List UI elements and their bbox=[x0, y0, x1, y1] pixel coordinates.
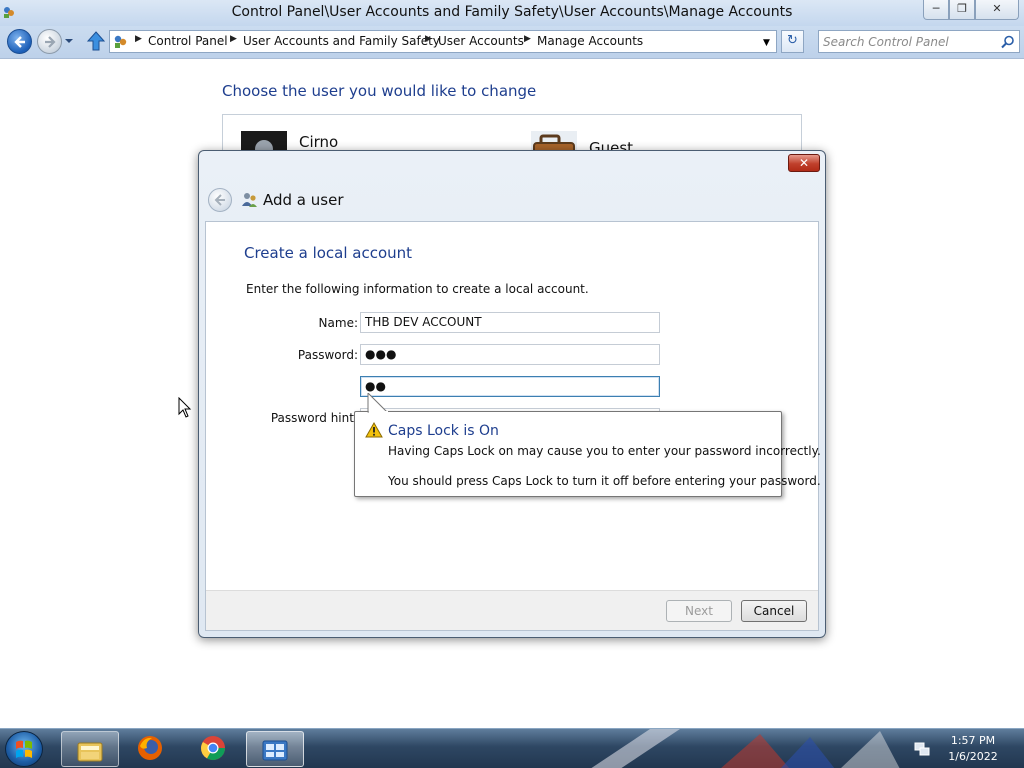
breadcrumb-control-panel[interactable]: Control Panel bbox=[148, 34, 228, 48]
user-name-cirno: Cirno bbox=[299, 133, 339, 151]
tooltip-advice: You should press Caps Lock to turn it of… bbox=[388, 474, 821, 488]
dialog-close-button[interactable]: ✕ bbox=[788, 154, 820, 172]
firefox-icon[interactable] bbox=[136, 734, 164, 762]
name-field[interactable]: THB DEV ACCOUNT bbox=[360, 312, 660, 333]
folder-icon bbox=[77, 742, 103, 762]
next-button[interactable]: Next bbox=[666, 600, 732, 622]
breadcrumb-user-accounts[interactable]: User Accounts bbox=[438, 34, 524, 48]
password-field[interactable]: ●●● bbox=[360, 344, 660, 365]
password-hint-label: Password hint: bbox=[270, 411, 358, 425]
clock-time: 1:57 PM bbox=[950, 734, 996, 747]
add-user-dialog: ✕ Add a user Create a local account Ente… bbox=[198, 150, 826, 638]
refresh-icon: ↻ bbox=[787, 33, 798, 48]
close-window-button[interactable]: ✕ bbox=[975, 0, 1019, 20]
search-input[interactable] bbox=[821, 33, 997, 50]
windows-logo-icon bbox=[16, 740, 32, 758]
cancel-button[interactable]: Cancel bbox=[741, 600, 807, 622]
chevron-right-icon[interactable]: ▶ bbox=[524, 34, 531, 44]
confirm-password-field[interactable]: ●● bbox=[360, 376, 660, 397]
toolbar-divider bbox=[0, 58, 1024, 59]
taskbar: 1:57 PM 1/6/2022 bbox=[0, 728, 1024, 768]
search-box[interactable] bbox=[818, 30, 1020, 53]
dialog-title: Add a user bbox=[263, 191, 344, 209]
taskbar-explorer-button[interactable] bbox=[61, 731, 119, 767]
dialog-footer: Next Cancel bbox=[206, 590, 818, 630]
address-toolbar: ▶ Control Panel ▶ User Accounts and Fami… bbox=[0, 26, 1024, 58]
window-title-bar[interactable]: Control Panel\User Accounts and Family S… bbox=[0, 0, 1024, 26]
forward-button[interactable] bbox=[37, 29, 62, 54]
arrow-right-icon bbox=[45, 36, 56, 48]
dialog-back-button[interactable] bbox=[208, 188, 232, 212]
refresh-button[interactable]: ↻ bbox=[781, 30, 804, 53]
taskbar-control-panel-button[interactable] bbox=[246, 731, 304, 767]
chevron-right-icon[interactable]: ▶ bbox=[230, 34, 237, 44]
password-label: Password: bbox=[297, 348, 358, 362]
wallpaper-peek bbox=[591, 729, 900, 768]
mouse-pointer-icon bbox=[178, 397, 192, 418]
tooltip-title: Caps Lock is On bbox=[388, 423, 499, 439]
clock-date: 1/6/2022 bbox=[948, 750, 998, 763]
arrow-left-icon bbox=[214, 194, 225, 206]
up-arrow-icon[interactable] bbox=[87, 31, 105, 51]
restore-button[interactable]: ❐ bbox=[949, 0, 975, 20]
address-dropdown-icon[interactable]: ▼ bbox=[763, 38, 770, 48]
breadcrumb-user-accounts-family-safety[interactable]: User Accounts and Family Safety bbox=[243, 34, 440, 48]
chrome-icon[interactable] bbox=[199, 734, 227, 762]
tooltip-pointer bbox=[367, 393, 389, 413]
chevron-right-icon[interactable]: ▶ bbox=[425, 34, 432, 44]
tooltip-message: Having Caps Lock on may cause you to ent… bbox=[388, 444, 821, 458]
start-button[interactable] bbox=[5, 731, 43, 767]
search-icon[interactable] bbox=[1001, 35, 1015, 49]
caps-lock-tooltip: Caps Lock is On Having Caps Lock on may … bbox=[354, 411, 821, 497]
address-bar[interactable]: ▶ Control Panel ▶ User Accounts and Fami… bbox=[109, 30, 777, 53]
arrow-left-icon bbox=[14, 36, 25, 48]
back-button[interactable] bbox=[7, 29, 32, 54]
control-panel-icon bbox=[262, 740, 288, 761]
warning-icon bbox=[365, 422, 383, 438]
name-label: Name: bbox=[318, 316, 358, 330]
window-title: Control Panel\User Accounts and Family S… bbox=[231, 4, 793, 20]
users-icon bbox=[242, 193, 257, 207]
control-panel-icon bbox=[114, 35, 127, 48]
system-clock[interactable]: 1:57 PM 1/6/2022 bbox=[940, 733, 1006, 765]
chevron-right-icon[interactable]: ▶ bbox=[135, 34, 142, 44]
network-icon[interactable] bbox=[914, 741, 930, 757]
breadcrumb-manage-accounts[interactable]: Manage Accounts bbox=[537, 34, 643, 48]
instructions-text: Enter the following information to creat… bbox=[246, 282, 589, 296]
recent-pages-dropdown-icon[interactable] bbox=[64, 36, 74, 46]
close-icon: ✕ bbox=[798, 156, 810, 170]
page-heading: Choose the user you would like to change bbox=[222, 82, 537, 100]
minimize-button[interactable]: ─ bbox=[923, 0, 949, 20]
section-title: Create a local account bbox=[244, 244, 413, 262]
